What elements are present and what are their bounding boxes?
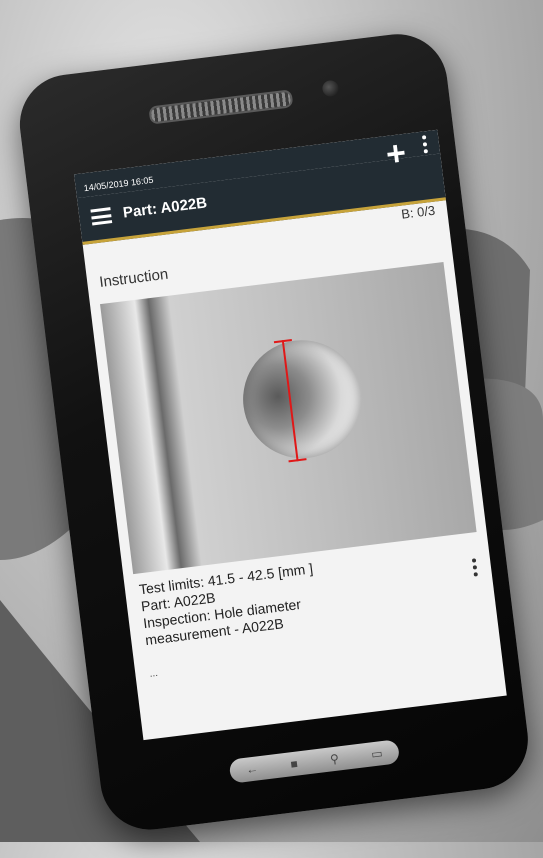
add-button[interactable]: + <box>384 134 408 174</box>
back-icon[interactable]: ← <box>245 761 259 776</box>
more-ellipsis: ... <box>148 667 159 680</box>
measure-cap-bottom <box>288 458 307 463</box>
phone-screen: 14/05/2019 16:05 Part: A022B + B: 0/3 In… <box>74 129 507 741</box>
front-camera <box>321 79 340 98</box>
part-title: Part: A022B <box>122 194 209 222</box>
phone-body: 14/05/2019 16:05 Part: A022B + B: 0/3 In… <box>14 28 534 836</box>
hardware-nav-bar: ← ■ ⚲ ▭ <box>228 739 401 784</box>
phone: 14/05/2019 16:05 Part: A022B + B: 0/3 In… <box>0 22 543 857</box>
speaker-grille <box>148 89 294 125</box>
home-icon[interactable]: ■ <box>290 757 299 772</box>
instruction-photo <box>100 261 477 575</box>
hole-image <box>236 333 368 465</box>
item-menu-icon[interactable] <box>471 558 479 579</box>
batch-counter: B: 0/3 <box>400 202 436 222</box>
recent-apps-icon[interactable]: ▭ <box>370 746 383 761</box>
search-icon[interactable]: ⚲ <box>329 751 339 766</box>
instruction-heading: Instruction <box>98 265 170 291</box>
hamburger-menu-icon[interactable] <box>90 207 113 226</box>
